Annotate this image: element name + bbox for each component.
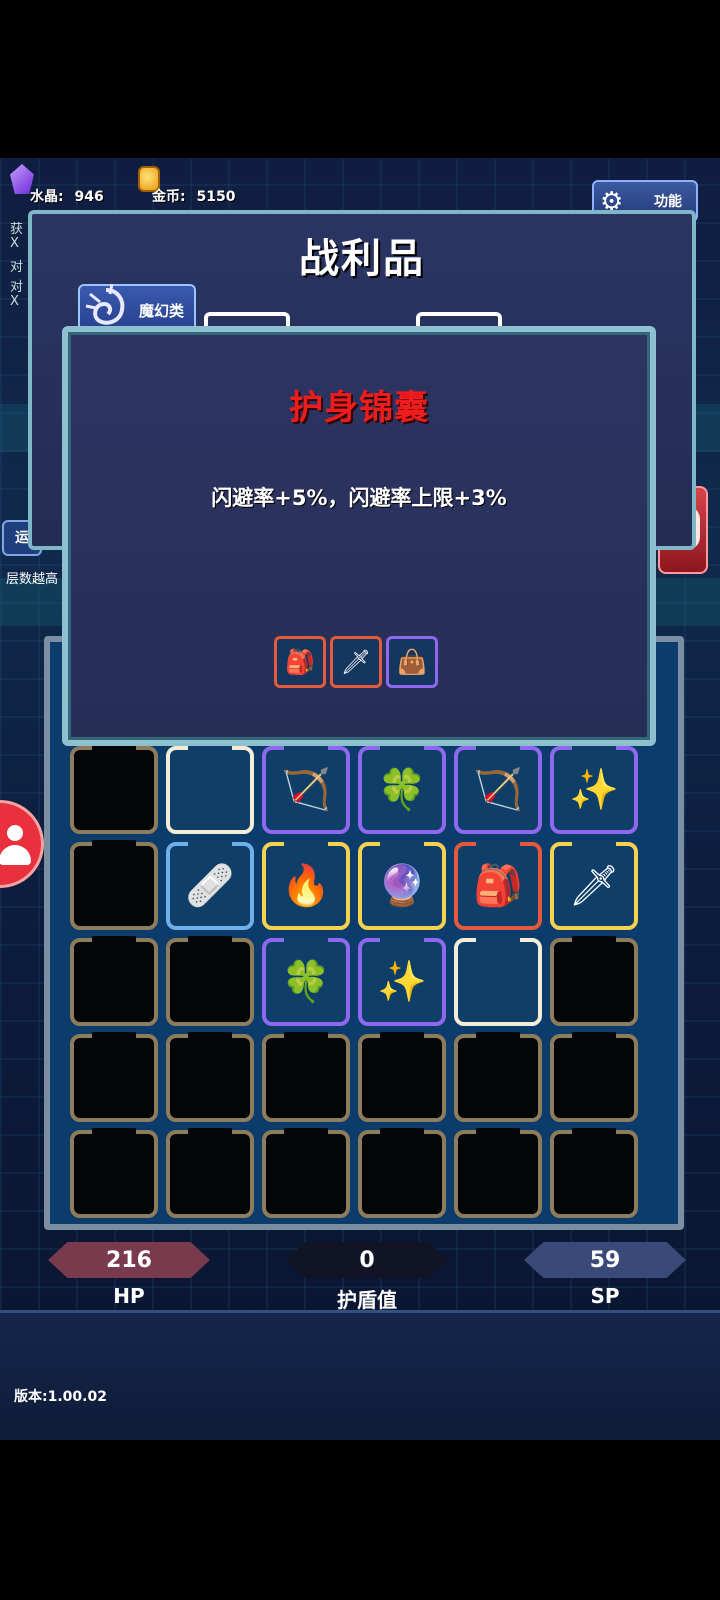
bow-icon: 🏹 [473,767,523,813]
game-screen: 水晶: 946 金币: 5150 ⚙ 功能 获 X 对 对 X 运 层数越高 🏹… [0,158,720,1440]
golden-sword-icon[interactable]: 🗡 [330,636,382,688]
inventory-slot[interactable]: 🔥 [262,840,350,930]
gold-label: 金币: [152,189,186,205]
crystal-counter: 水晶: 946 [30,186,104,206]
inventory-slot[interactable] [70,936,158,1026]
bottom-letterbox [0,1440,720,1600]
inventory-slot[interactable]: 🍀 [262,936,350,1026]
inventory-slot[interactable] [358,1128,446,1218]
item-detail-popup[interactable]: 护身锦囊 闪避率+5%，闪避率上限+3% 🎒 🗡 👜 [62,326,656,746]
top-letterbox [0,0,720,158]
inventory-slot[interactable] [454,1128,542,1218]
related-items: 🎒 🗡 👜 [274,636,438,688]
sp-value: 59 [524,1242,686,1278]
side-text: 对 [10,260,24,275]
item-description: 闪避率+5%，闪避率上限+3% [211,486,507,510]
inventory-slot[interactable]: 🏹 [262,744,350,834]
inventory-slot[interactable]: ✨ [550,744,638,834]
hp-value: 216 [48,1242,210,1278]
side-text: X [10,294,19,309]
clover-icon: 🍀 [281,959,331,1005]
inventory-slot[interactable]: ✨ [358,936,446,1026]
inventory-slot[interactable] [550,936,638,1026]
loot-title: 战利品 [299,236,425,282]
side-text: X [10,236,19,251]
inventory-slot[interactable] [550,1032,638,1122]
category-label: 魔幻类 [138,301,184,320]
inventory-slot[interactable] [454,1032,542,1122]
crystal-label: 水晶: [30,189,64,205]
charm-pouch-icon: 🎒 [473,863,523,909]
fire-arrow-icon: 🔥 [281,863,331,909]
inventory-slot[interactable]: 🏹 [454,744,542,834]
hp-label: HP [113,1284,145,1308]
sp-label: SP [590,1284,620,1308]
inventory-slot[interactable]: 🍀 [358,744,446,834]
inventory-slot[interactable] [358,1032,446,1122]
inventory-slot[interactable]: 🩹 [166,840,254,930]
side-text: 获 [10,222,24,237]
bottom-bar [0,1310,720,1440]
charm-pouch-icon[interactable]: 🎒 [274,636,326,688]
inventory-slot[interactable]: 🗡 [550,840,638,930]
inventory-slot[interactable] [70,744,158,834]
inventory-grid: 🏹 🍀 🏹 ✨ 🩹 🔥 🔮 🎒 🗡 🍀 ✨ [70,744,638,1218]
inventory-slot[interactable] [70,1128,158,1218]
inventory-slot[interactable]: 🔮 [358,840,446,930]
cloth-bag-icon[interactable]: 👜 [386,636,438,688]
inventory-slot[interactable] [70,840,158,930]
gold-counter: 金币: 5150 [152,186,235,206]
shield-value: 0 [286,1242,448,1278]
magic-arrow-icon: ✨ [569,767,619,813]
inventory-slot[interactable] [166,744,254,834]
inventory-slot[interactable] [166,936,254,1026]
crystal-value: 946 [74,189,104,205]
item-name: 护身锦囊 [289,388,429,428]
inventory-slot[interactable] [454,936,542,1026]
inventory-slot[interactable] [70,1032,158,1122]
clover-icon: 🍀 [377,767,427,813]
inventory-slot[interactable] [166,1032,254,1122]
version-text: 版本:1.00.02 [14,1389,107,1405]
shield-label: 护盾值 [337,1288,397,1312]
golden-sword-icon: 🗡 [568,863,620,909]
inventory-slot[interactable] [550,1128,638,1218]
function-button-label: 功能 [654,194,682,210]
side-text: 对 [10,280,24,295]
user-icon-body [0,845,31,865]
inventory-slot[interactable] [262,1128,350,1218]
floor-note: 层数越高 [6,572,59,587]
bandage-icon: 🩹 [185,863,235,909]
inventory-slot[interactable]: 🎒 [454,840,542,930]
gold-value: 5150 [196,189,236,205]
inventory-slot[interactable] [262,1032,350,1122]
magic-arrow-icon: ✨ [377,959,427,1005]
bow-icon: 🏹 [281,767,331,813]
user-icon [7,825,23,841]
staff-icon: 🔮 [377,863,427,909]
inventory-slot[interactable] [166,1128,254,1218]
